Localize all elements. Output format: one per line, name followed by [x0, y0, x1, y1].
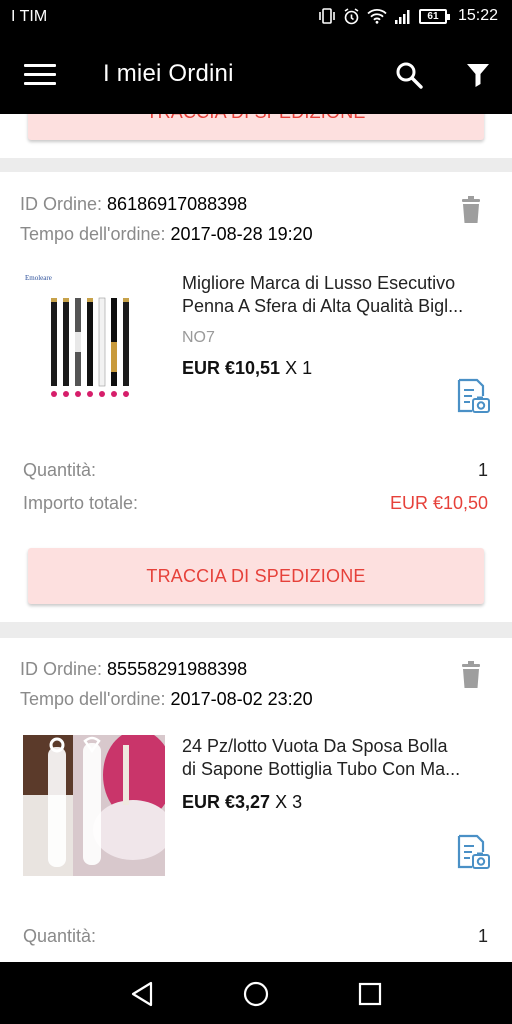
page-title: I miei Ordini [103, 60, 234, 87]
navigation-bar [0, 962, 512, 1024]
photo-review-icon[interactable] [456, 834, 490, 870]
filter-icon[interactable] [466, 62, 490, 88]
order-id-value: 86186917088398 [107, 194, 248, 214]
order-time-label: Tempo dell'ordine: [20, 224, 166, 244]
order-id-label: ID Ordine: [20, 194, 103, 214]
product-price-row: EUR €3,27 X 3 [182, 792, 302, 813]
home-icon[interactable] [242, 980, 270, 1008]
product-title[interactable]: Migliore Marca di Lusso Esecutivo Penna … [182, 272, 488, 318]
battery-icon: 61 [418, 8, 450, 24]
track-shipment-button[interactable]: TRACCIA DI SPEDIZIONE [28, 114, 484, 140]
order-time-row: Tempo dell'ordine: 2017-08-28 19:20 [20, 224, 313, 245]
app-bar: I miei Ordini [0, 34, 512, 114]
svg-text:Emoleare: Emoleare [25, 274, 52, 282]
product-price: EUR €10,51 [182, 358, 281, 378]
order-card: ID Ordine: 86186917088398 Tempo dell'ord… [0, 172, 512, 622]
quantity-label: Quantità: [23, 460, 97, 480]
search-icon[interactable] [395, 61, 423, 89]
status-icons: 61 15:22 [318, 7, 498, 25]
trash-icon[interactable] [460, 661, 482, 688]
product-price: EUR €3,27 [182, 792, 271, 812]
product-title[interactable]: 24 Pz/lotto Vuota Da Sposa Bolla di Sapo… [182, 735, 488, 781]
order-time-label: Tempo dell'ordine: [20, 689, 166, 709]
vibrate-icon [319, 8, 335, 24]
order-id-value: 85558291988398 [107, 659, 248, 679]
order-id-label: ID Ordine: [20, 659, 103, 679]
back-icon[interactable] [129, 980, 157, 1008]
signal-icon [394, 9, 410, 24]
order-card: ID Ordine: 85558291988398 Tempo dell'ord… [0, 638, 512, 962]
product-qty: X 3 [275, 792, 303, 812]
product-image-pens[interactable]: Emoleare [23, 272, 165, 413]
quantity-value: 1 [477, 460, 488, 480]
order-time-value: 2017-08-28 19:20 [170, 224, 313, 244]
order-id-row: ID Ordine: 86186917088398 [20, 194, 247, 215]
orders-list[interactable]: TRACCIA DI SPEDIZIONE ID Ordine: 8618691… [0, 114, 512, 962]
order-time-value: 2017-08-02 23:20 [170, 689, 313, 709]
battery-level: 61 [427, 10, 439, 22]
menu-icon[interactable] [24, 64, 56, 86]
status-bar: I TIM 61 15:22 [0, 0, 512, 34]
trash-icon[interactable] [460, 196, 482, 223]
clock: 15:22 [457, 7, 498, 24]
order-time-row: Tempo dell'ordine: 2017-08-02 23:20 [20, 689, 313, 710]
quantity-label: Quantità: [23, 926, 97, 946]
wifi-icon [367, 9, 387, 24]
product-image-bubble-tubes[interactable] [23, 735, 165, 876]
track-shipment-button[interactable]: TRACCIA DI SPEDIZIONE [28, 548, 484, 604]
total-value: EUR €10,50 [389, 493, 488, 513]
order-card-partial: TRACCIA DI SPEDIZIONE [0, 114, 512, 158]
product-price-row: EUR €10,51 X 1 [182, 358, 312, 379]
total-label: Importo totale: [23, 493, 139, 513]
photo-review-icon[interactable] [456, 378, 490, 414]
product-qty: X 1 [285, 358, 313, 378]
carrier-name: I TIM [11, 8, 48, 25]
quantity-value: 1 [477, 926, 488, 946]
order-id-row: ID Ordine: 85558291988398 [20, 659, 247, 680]
recents-icon[interactable] [356, 980, 384, 1008]
alarm-icon [344, 7, 359, 24]
product-variant: NO7 [182, 329, 215, 346]
